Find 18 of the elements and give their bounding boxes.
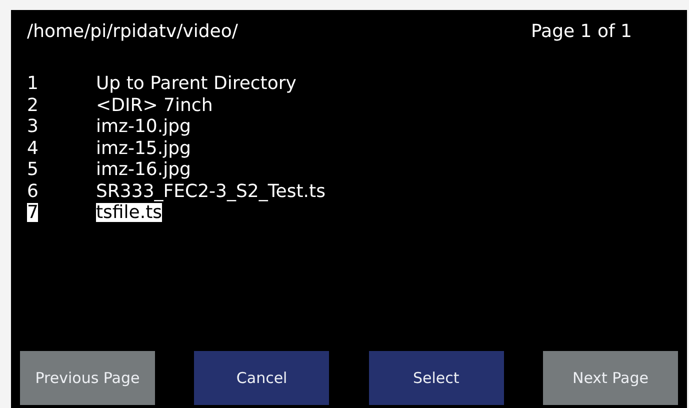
- file-number[interactable]: 6: [27, 182, 38, 200]
- file-name[interactable]: imz-16.jpg: [96, 160, 191, 179]
- file-number[interactable]: 1: [27, 74, 38, 93]
- page-indicator: Page 1 of 1: [531, 20, 632, 44]
- file-name[interactable]: <DIR> 7inch: [96, 96, 213, 114]
- file-number[interactable]: 3: [27, 117, 38, 136]
- file-name[interactable]: imz-15.jpg: [96, 138, 191, 158]
- file-number[interactable]: 4: [27, 138, 38, 158]
- menu-button[interactable]: Select: [368, 351, 504, 405]
- directory-path: /home/pi/rpidatv/video/: [27, 20, 238, 44]
- file-name[interactable]: SR333_FEC2-3_S2_Test.ts: [96, 182, 326, 200]
- file-number[interactable]: 2: [27, 96, 38, 114]
- file-name[interactable]: Up to Parent Directory: [96, 74, 296, 93]
- file-name[interactable]: imz-10.jpg: [96, 117, 191, 136]
- file-number[interactable]: 7: [27, 203, 38, 222]
- file-number[interactable]: 5: [27, 160, 38, 179]
- file-name[interactable]: tsfile.ts: [96, 203, 162, 222]
- menu-button[interactable]: Cancel: [194, 351, 330, 405]
